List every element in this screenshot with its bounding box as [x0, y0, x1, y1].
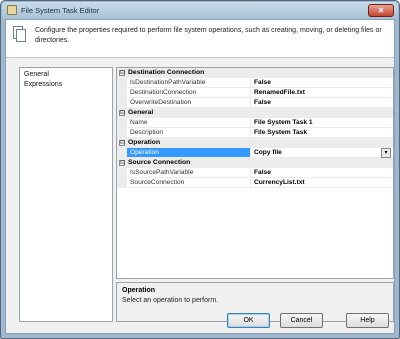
- property-row[interactable]: OverwriteDestination False: [117, 98, 393, 108]
- category-label: Source Connection: [128, 159, 191, 166]
- property-row[interactable]: Description File System Task: [117, 128, 393, 138]
- description-title: Operation: [122, 287, 156, 294]
- property-row[interactable]: IsSourcePathVariable False: [117, 168, 393, 178]
- property-value[interactable]: False: [251, 98, 393, 108]
- collapse-icon[interactable]: ⊟: [119, 70, 125, 76]
- property-row[interactable]: IsDestinationPathVariable False: [117, 78, 393, 88]
- property-name: Name: [127, 118, 251, 128]
- page-navigation: General Expressions: [19, 67, 113, 322]
- header-description: Configure the properties required to per…: [35, 27, 382, 44]
- category-destination-connection[interactable]: ⊟ Destination Connection: [117, 68, 393, 78]
- chevron-down-icon[interactable]: ▾: [381, 148, 391, 158]
- property-value[interactable]: File System Task 1: [251, 118, 393, 128]
- cancel-button[interactable]: Cancel: [280, 313, 323, 328]
- nav-item-expressions[interactable]: Expressions: [24, 81, 62, 88]
- dialog-window: File System Task Editor ✕ Configure the …: [0, 0, 400, 339]
- property-row[interactable]: DestinationConnection RenamedFile.txt: [117, 88, 393, 98]
- operation-select[interactable]: Copy file: [251, 148, 393, 158]
- property-value[interactable]: False: [251, 78, 393, 88]
- category-label: General: [128, 109, 154, 116]
- ok-button[interactable]: OK: [227, 313, 270, 328]
- help-button[interactable]: Help: [346, 313, 389, 328]
- category-label: Destination Connection: [128, 69, 205, 76]
- property-value[interactable]: False: [251, 168, 393, 178]
- property-name: SourceConnection: [127, 178, 251, 188]
- property-row[interactable]: SourceConnection CurrencyList.txt: [117, 178, 393, 188]
- property-name: IsSourcePathVariable: [127, 168, 251, 178]
- property-value[interactable]: File System Task: [251, 128, 393, 138]
- property-name: DestinationConnection: [127, 88, 251, 98]
- property-name: OverwriteDestination: [127, 98, 251, 108]
- category-operation[interactable]: ⊟ Operation: [117, 138, 393, 148]
- collapse-icon[interactable]: ⊟: [119, 110, 125, 116]
- window-title: File System Task Editor: [21, 6, 100, 15]
- file-system-icon: [13, 26, 27, 44]
- app-icon: [7, 5, 17, 15]
- collapse-icon[interactable]: ⊟: [119, 160, 125, 166]
- category-source-connection[interactable]: ⊟ Source Connection: [117, 158, 393, 168]
- nav-item-general[interactable]: General: [24, 71, 49, 78]
- category-label: Operation: [128, 139, 161, 146]
- property-name: IsDestinationPathVariable: [127, 78, 251, 88]
- property-row-selected[interactable]: Operation Copy file ▾: [117, 148, 393, 158]
- dialog-client: Configure the properties required to per…: [5, 19, 395, 334]
- title-bar[interactable]: File System Task Editor ✕: [2, 2, 398, 19]
- property-name: Operation: [127, 148, 251, 158]
- collapse-icon[interactable]: ⊟: [119, 140, 125, 146]
- description-text: Select an operation to perform.: [122, 297, 219, 304]
- dialog-header: Configure the properties required to per…: [6, 20, 394, 58]
- property-value[interactable]: RenamedFile.txt: [251, 88, 393, 98]
- property-grid: ⊟ Destination Connection IsDestinationPa…: [116, 67, 394, 279]
- property-row[interactable]: Name File System Task 1: [117, 118, 393, 128]
- property-value[interactable]: CurrencyList.txt: [251, 178, 393, 188]
- close-button[interactable]: ✕: [368, 4, 394, 17]
- category-general[interactable]: ⊟ General: [117, 108, 393, 118]
- property-name: Description: [127, 128, 251, 138]
